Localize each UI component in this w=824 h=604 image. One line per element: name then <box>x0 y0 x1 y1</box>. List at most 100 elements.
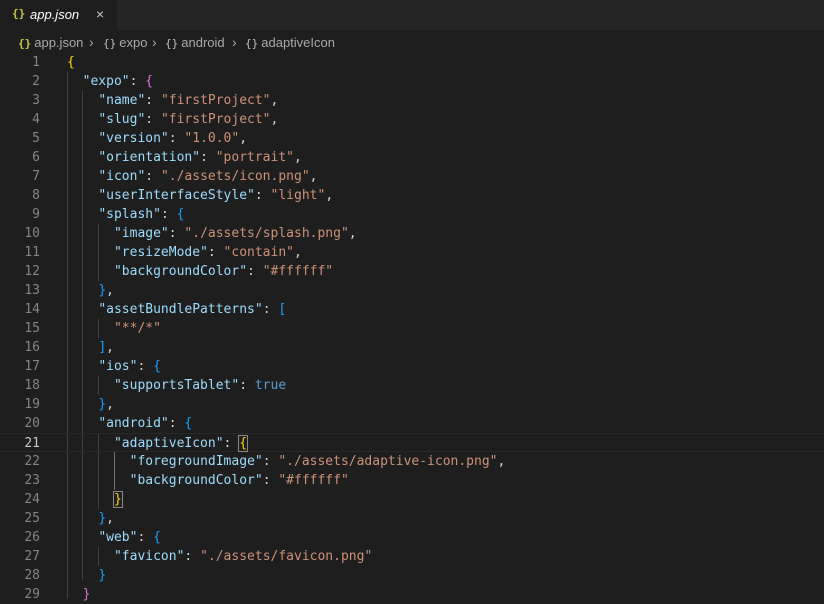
code-text: "backgroundColor": "#ffffff" <box>67 262 333 281</box>
code-line[interactable]: 13 }, <box>0 281 824 300</box>
code-token: , <box>497 454 506 469</box>
line-number: 3 <box>32 93 40 108</box>
code-line[interactable]: 10 "image": "./assets/splash.png", <box>0 224 824 243</box>
code-line[interactable]: 2 "expo": { <box>0 72 824 91</box>
line-number: 5 <box>32 131 40 146</box>
code-token: } <box>98 568 107 583</box>
code-token: , <box>106 397 114 412</box>
code-text: "image": "./assets/splash.png", <box>67 224 357 243</box>
code-line[interactable]: 29 } <box>0 585 824 604</box>
code-token: : <box>137 359 154 374</box>
code-token: : <box>223 436 240 451</box>
code-token: "supportsTablet" <box>113 378 240 393</box>
code-line[interactable]: 8 "userInterfaceStyle": "light", <box>0 186 824 205</box>
line-number: 8 <box>32 188 40 203</box>
code-text: "adaptiveIcon": { <box>67 434 249 453</box>
code-line[interactable]: 22 "foregroundImage": "./assets/adaptive… <box>0 452 824 471</box>
code-line[interactable]: 4 "slug": "firstProject", <box>0 110 824 129</box>
code-token: : <box>137 530 154 545</box>
code-line[interactable]: 7 "icon": "./assets/icon.png", <box>0 167 824 186</box>
code-text: "resizeMode": "contain", <box>67 243 302 262</box>
code-line[interactable]: 12 "backgroundColor": "#ffffff" <box>0 262 824 281</box>
code-token: : <box>145 112 161 127</box>
code-line[interactable]: 18 "supportsTablet": true <box>0 376 824 395</box>
close-icon[interactable]: × <box>96 6 104 22</box>
code-line[interactable]: 14 "assetBundlePatterns": [ <box>0 300 824 319</box>
line-number: 20 <box>24 416 40 431</box>
code-text: "orientation": "portrait", <box>67 148 302 167</box>
code-token: true <box>254 378 287 393</box>
breadcrumb-item-adaptiveicon[interactable]: {} adaptiveIcon <box>245 35 335 50</box>
code-line[interactable]: 5 "version": "1.0.0", <box>0 129 824 148</box>
code-line[interactable]: 20 "android": { <box>0 414 824 433</box>
breadcrumb-item-app-json[interactable]: {} app.json <box>18 35 83 50</box>
code-token: , <box>239 131 248 146</box>
breadcrumb-label: adaptiveIcon <box>261 35 335 50</box>
line-number: 26 <box>24 530 40 545</box>
line-number: 27 <box>24 549 40 564</box>
code-text: "android": { <box>67 414 192 433</box>
code-token: "backgroundColor" <box>129 473 263 488</box>
code-token: "assetBundlePatterns" <box>98 302 263 317</box>
code-line[interactable]: 21 "adaptiveIcon": { <box>0 433 824 452</box>
line-number: 16 <box>24 340 40 355</box>
code-line[interactable]: 16 ], <box>0 338 824 357</box>
code-line[interactable]: 28 } <box>0 566 824 585</box>
code-token: : <box>168 226 185 241</box>
code-text: "assetBundlePatterns": [ <box>67 300 286 319</box>
line-number: 10 <box>24 226 40 241</box>
code-editor[interactable]: 1{2 "expo": {3 "name": "firstProject", 4 … <box>0 53 824 602</box>
code-line[interactable]: 3 "name": "firstProject", <box>0 91 824 110</box>
tab-app-json[interactable]: {} app.json × <box>0 0 117 30</box>
code-token: "android" <box>98 416 169 431</box>
code-token: : <box>239 378 255 393</box>
code-text: }, <box>67 281 114 300</box>
code-line[interactable]: 6 "orientation": "portrait", <box>0 148 824 167</box>
breadcrumb-item-android[interactable]: {} android <box>165 35 225 50</box>
code-token: , <box>270 93 279 108</box>
tab-label: app.json <box>30 7 80 22</box>
code-line[interactable]: 9 "splash": { <box>0 205 824 224</box>
code-token: { <box>67 55 75 70</box>
code-line[interactable]: 11 "resizeMode": "contain", <box>0 243 824 262</box>
code-token: "1.0.0" <box>184 131 240 146</box>
code-token: , <box>106 283 114 298</box>
code-token: { <box>153 359 161 374</box>
code-token: "slug" <box>98 112 146 127</box>
code-line[interactable]: 25 }, <box>0 509 824 528</box>
line-number: 19 <box>24 397 40 412</box>
code-line[interactable]: 23 "backgroundColor": "#ffffff" <box>0 471 824 490</box>
code-token: "expo" <box>82 74 130 89</box>
line-number: 25 <box>24 511 40 526</box>
code-token: { <box>145 74 154 89</box>
code-text: } <box>67 566 106 585</box>
code-token: , <box>309 169 318 184</box>
object-icon: {} <box>165 37 179 50</box>
code-line[interactable]: 17 "ios": { <box>0 357 824 376</box>
code-line[interactable]: 1{ <box>0 53 824 72</box>
chevron-right-icon: › <box>232 34 237 50</box>
code-line[interactable]: 15 "**/*" <box>0 319 824 338</box>
line-number: 14 <box>24 302 40 317</box>
code-text: ], <box>67 338 114 357</box>
code-line[interactable]: 24 } <box>0 490 824 509</box>
code-line[interactable]: 19 }, <box>0 395 824 414</box>
breadcrumb-item-expo[interactable]: {} expo <box>103 35 147 50</box>
line-number: 6 <box>32 150 40 165</box>
code-token: "contain" <box>223 245 294 260</box>
code-token: , <box>294 150 302 165</box>
code-line[interactable]: 26 "web": { <box>0 528 824 547</box>
code-token: "icon" <box>98 169 146 184</box>
code-token: "image" <box>113 226 169 241</box>
code-line[interactable]: 27 "favicon": "./assets/favicon.png" <box>0 547 824 566</box>
chevron-right-icon: › <box>152 34 157 50</box>
code-token: "**/*" <box>113 321 161 336</box>
